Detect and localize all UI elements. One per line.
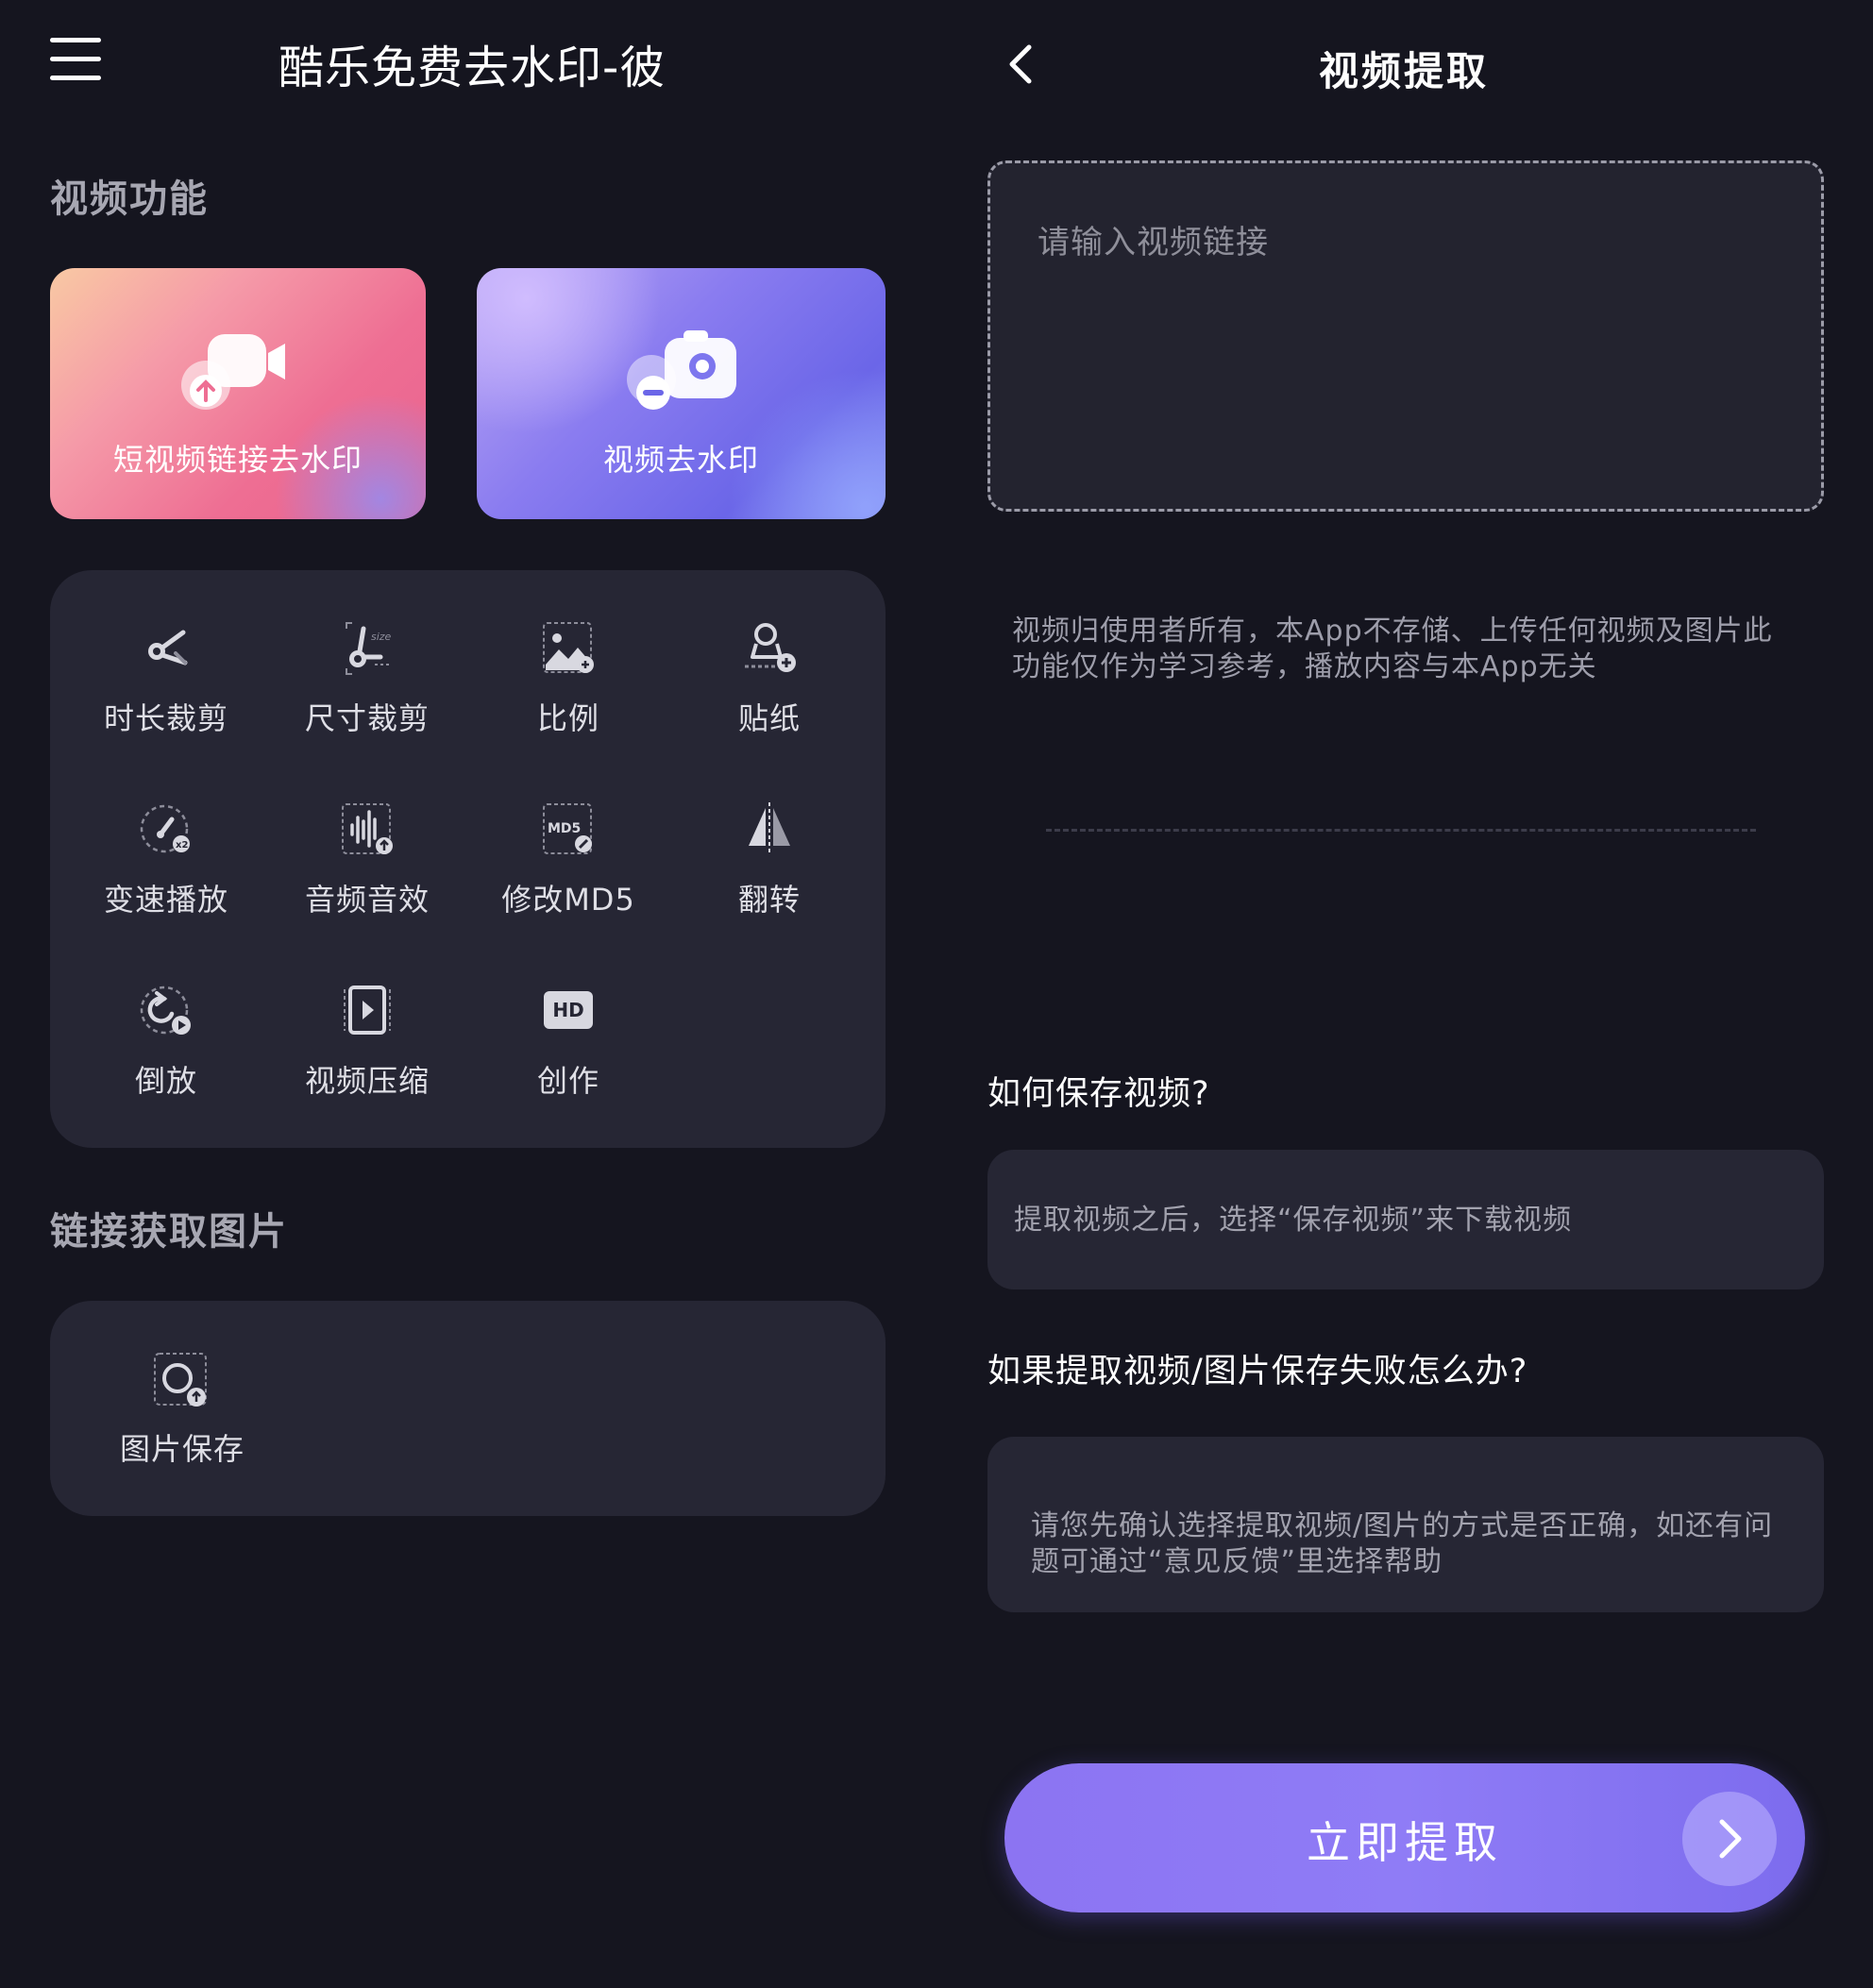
speed-gauge-icon: x2 <box>140 804 190 853</box>
tool-label: 贴纸 <box>737 700 801 736</box>
compress-video-icon <box>344 986 391 1035</box>
dashed-divider <box>1046 829 1756 832</box>
short-video-link-watermark-card[interactable]: 短视频链接去水印 <box>50 268 426 519</box>
scissors-icon <box>148 630 188 665</box>
tool-modify-md5[interactable]: MD5 修改MD5 <box>474 751 663 918</box>
tool-ratio[interactable]: 比例 <box>474 570 663 736</box>
tool-image-save[interactable]: 图片保存 <box>111 1350 253 1482</box>
faq-answer: 提取视频之后，选择“保存视频”来下载视频 <box>987 1150 1824 1289</box>
image-save-icon <box>154 1353 207 1407</box>
faq-question: 如果提取视频/图片保存失败怎么办? <box>987 1353 1528 1390</box>
svg-text:x2: x2 <box>176 840 188 851</box>
image-section-title: 链接获取图片 <box>50 1210 288 1254</box>
image-ratio-icon <box>543 622 594 673</box>
tool-sticker[interactable]: 贴纸 <box>675 570 864 736</box>
svg-text:MD5: MD5 <box>548 821 581 836</box>
tool-label: 倒放 <box>134 1063 197 1099</box>
tool-duration-crop[interactable]: 时长裁剪 <box>72 570 261 736</box>
faq-question: 如何保存视频? <box>987 1075 1210 1113</box>
video-link-placeholder: 请输入视频链接 <box>1038 224 1269 261</box>
tool-speed-play[interactable]: x2 变速播放 <box>72 751 261 918</box>
video-extract-panel: 视频提取 请输入视频链接 视频归使用者所有，本App不存储、上传任何视频及图片此… <box>935 0 1873 1988</box>
video-watermark-removal-card[interactable]: 视频去水印 <box>477 268 886 519</box>
tool-reverse[interactable]: 倒放 <box>72 933 261 1099</box>
disclaimer-text: 视频归使用者所有，本App不存储、上传任何视频及图片此功能仅作为学习参考，播放内… <box>1012 615 1773 683</box>
page-title: 视频提取 <box>1318 48 1489 94</box>
faq-answer: 请您先确认选择提取视频/图片的方式是否正确，如还有问题可通过“意见反馈”里选择帮… <box>987 1437 1824 1612</box>
tool-flip[interactable]: 翻转 <box>675 751 864 918</box>
tool-video-compress[interactable]: 视频压缩 <box>273 933 462 1099</box>
flip-icon <box>749 802 790 853</box>
reverse-play-icon <box>140 986 191 1035</box>
sticker-icon <box>745 623 796 672</box>
tool-label: 翻转 <box>737 882 801 918</box>
tool-label: 尺寸裁剪 <box>304 700 430 736</box>
svg-text:HD: HD <box>552 999 583 1021</box>
tool-label: 创作 <box>536 1063 599 1099</box>
tool-label: 时长裁剪 <box>103 700 228 736</box>
feature-card-label: 短视频链接去水印 <box>112 442 363 478</box>
video-tools-grid: 时长裁剪 size 尺寸裁剪 比例 贴纸 x2 变速播放 音频音效 MD5 修改… <box>50 570 886 1148</box>
feature-card-label: 视频去水印 <box>602 442 759 478</box>
md5-icon: MD5 <box>543 803 592 854</box>
tool-size-crop[interactable]: size 尺寸裁剪 <box>273 570 462 736</box>
audio-wave-icon <box>342 803 393 854</box>
menu-icon[interactable] <box>50 38 101 81</box>
home-panel: 酷乐免费去水印-彼 视频功能 短视频链接去水印 视频去水印 时长裁剪 size … <box>0 0 935 1988</box>
resize-crop-icon: size <box>346 622 392 675</box>
camera-remove-icon <box>626 330 736 410</box>
tool-label: 修改MD5 <box>501 882 635 918</box>
chevron-right-icon <box>1682 1792 1777 1886</box>
tool-label: 视频压缩 <box>304 1063 430 1099</box>
tool-create[interactable]: HD 创作 <box>474 933 663 1099</box>
tool-audio-effect[interactable]: 音频音效 <box>273 751 462 918</box>
video-section-title: 视频功能 <box>50 177 209 221</box>
video-link-input[interactable]: 请输入视频链接 <box>987 160 1824 512</box>
tool-label: 音频音效 <box>304 882 430 918</box>
image-tools-box: 图片保存 <box>50 1301 886 1516</box>
video-camera-upload-icon <box>181 334 285 410</box>
tool-label: 变速播放 <box>103 882 228 918</box>
tool-label: 图片保存 <box>119 1431 245 1467</box>
hd-icon: HD <box>544 991 593 1029</box>
extract-now-button[interactable]: 立即提取 <box>1004 1763 1805 1912</box>
svg-text:size: size <box>371 631 392 643</box>
app-title: 酷乐免费去水印-彼 <box>278 42 667 94</box>
tool-label: 比例 <box>536 700 599 736</box>
